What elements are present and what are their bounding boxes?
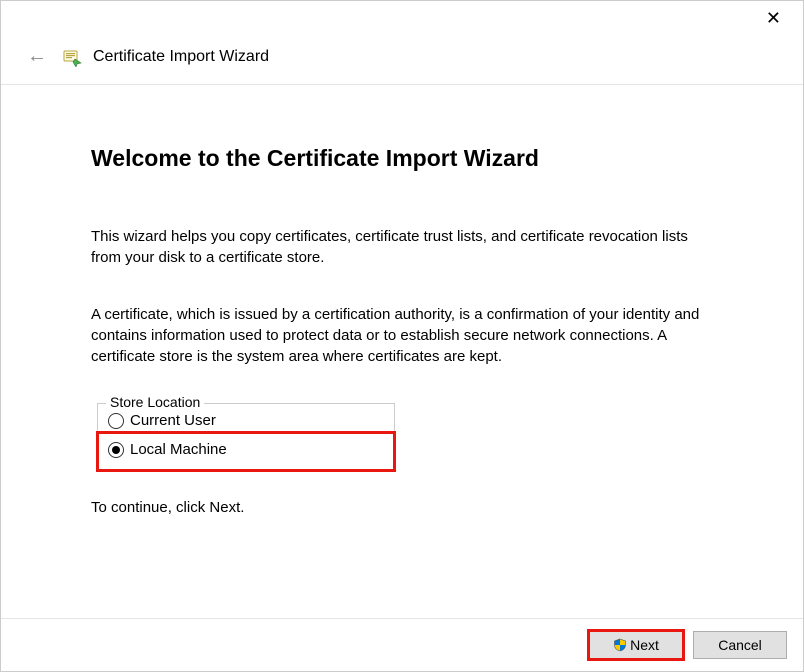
cancel-button[interactable]: Cancel [693, 631, 787, 659]
page-heading: Welcome to the Certificate Import Wizard [91, 145, 723, 172]
next-button-label: Next [630, 637, 659, 653]
certificate-wizard-icon [63, 47, 83, 67]
wizard-header: ← Certificate Import Wizard [1, 39, 803, 85]
groupbox-label: Store Location [106, 394, 204, 410]
intro-paragraph-2: A certificate, which is issued by a cert… [91, 304, 701, 367]
radio-icon [108, 413, 124, 429]
radio-local-machine[interactable]: Local Machine [98, 433, 394, 470]
store-location-groupbox: Store Location Current User Local Machin… [97, 403, 395, 471]
uac-shield-icon [613, 638, 627, 652]
next-button[interactable]: Next [589, 631, 683, 659]
intro-paragraph-1: This wizard helps you copy certificates,… [91, 226, 701, 268]
cancel-button-label: Cancel [718, 637, 762, 653]
continue-text: To continue, click Next. [91, 499, 723, 516]
radio-icon [108, 442, 124, 458]
wizard-window: ✕ ← Certificate Import Wizard Welcome to… [0, 0, 804, 672]
radio-label: Current User [130, 412, 216, 429]
back-arrow-icon[interactable]: ← [21, 43, 53, 70]
radio-label: Local Machine [130, 441, 227, 458]
close-icon[interactable]: ✕ [756, 5, 791, 31]
titlebar: ✕ [1, 1, 803, 39]
wizard-footer: Next Cancel [1, 618, 803, 671]
wizard-content: Welcome to the Certificate Import Wizard… [1, 85, 803, 618]
wizard-title: Certificate Import Wizard [93, 48, 269, 66]
